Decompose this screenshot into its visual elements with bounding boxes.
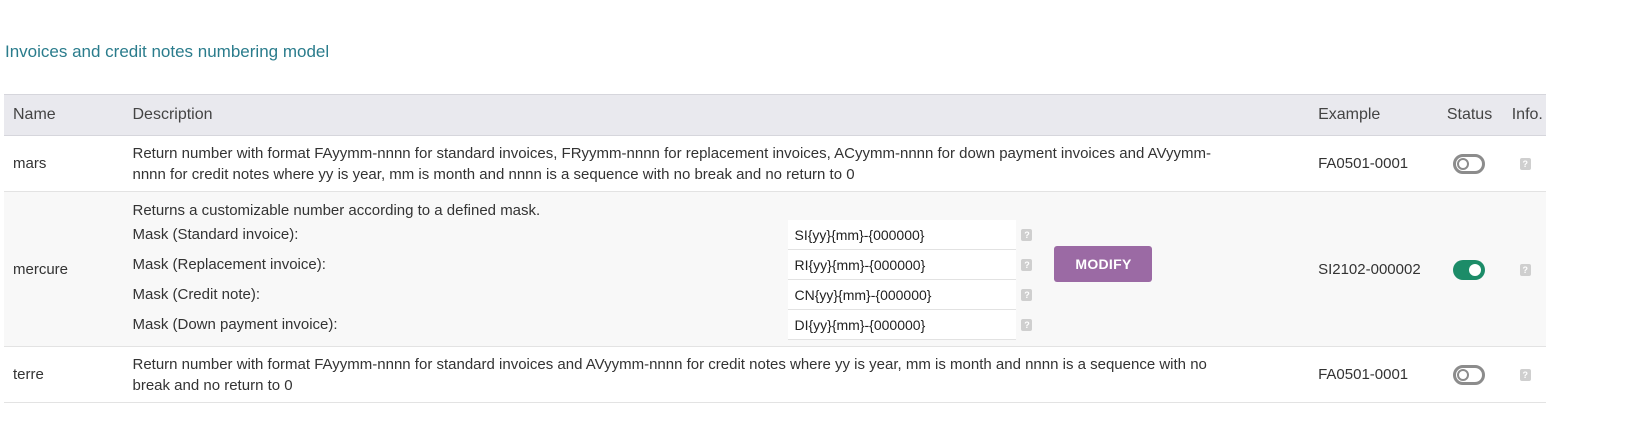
mask-settings: Returns a customizable number according … xyxy=(132,192,1309,346)
status-toggle-off-icon[interactable] xyxy=(1452,154,1485,175)
model-name: mars xyxy=(4,135,124,192)
table-header-row: Name Description Example Status Info. xyxy=(4,94,1546,136)
model-name: mercure xyxy=(4,191,124,347)
mask-label: Mask (Credit note): xyxy=(132,286,261,303)
help-icon[interactable]: ? xyxy=(1519,369,1531,382)
mask-label: Mask (Replacement invoice): xyxy=(132,256,326,273)
model-description: Return number with format FAyymm-nnnn fo… xyxy=(123,135,1310,192)
model-name: terre xyxy=(4,346,124,403)
help-icon[interactable]: ? xyxy=(1519,158,1531,171)
status-toggle-on-icon[interactable] xyxy=(1452,259,1485,280)
model-description: Return number with format FAyymm-nnnn fo… xyxy=(123,346,1310,403)
modify-button[interactable]: MODIFY xyxy=(1054,246,1153,282)
column-header-name: Name xyxy=(4,94,124,136)
description-line: nnnn for credit notes where yy is year, … xyxy=(132,165,855,183)
table-row-mercure: mercure Returns a customizable number ac… xyxy=(4,191,1546,347)
column-header-info: Info. xyxy=(1502,94,1546,136)
mask-row-credit-note: Mask (Credit note): ? xyxy=(132,280,1132,310)
help-icon[interactable]: ? xyxy=(1021,259,1033,271)
mask-credit-note-input[interactable] xyxy=(788,280,1017,310)
column-header-example: Example xyxy=(1309,94,1438,136)
mask-down-payment-invoice-input[interactable] xyxy=(788,310,1017,340)
model-example: FA0501-0001 xyxy=(1309,135,1438,192)
mask-label: Mask (Standard invoice): xyxy=(132,226,299,243)
help-icon[interactable]: ? xyxy=(1021,319,1033,331)
section-title: Invoices and credit notes numbering mode… xyxy=(5,42,330,61)
description-line: Return number with format FAyymm-nnnn fo… xyxy=(132,355,1207,373)
help-icon[interactable]: ? xyxy=(1021,289,1033,301)
mask-row-down-payment-invoice: Mask (Down payment invoice): ? xyxy=(132,310,1132,340)
model-example: FA0501-0001 xyxy=(1309,346,1438,403)
mask-label: Mask (Down payment invoice): xyxy=(132,316,338,333)
mask-row-standard-invoice: Mask (Standard invoice): ? xyxy=(132,220,1132,250)
table-row-mars: mars Return number with format FAyymm-nn… xyxy=(4,135,1546,192)
help-icon[interactable]: ? xyxy=(1021,229,1033,241)
column-header-description: Description xyxy=(123,94,1310,136)
table-row-terre: terre Return number with format FAyymm-n… xyxy=(4,346,1546,403)
help-icon[interactable]: ? xyxy=(1519,263,1531,276)
mask-replacement-invoice-input[interactable] xyxy=(788,250,1017,280)
description-line: Return number with format FAyymm-nnnn fo… xyxy=(132,144,1211,162)
mask-row-replacement-invoice: Mask (Replacement invoice): ? xyxy=(132,250,1132,280)
description-line: break and no return to 0 xyxy=(132,376,293,394)
model-description: Returns a customizable number according … xyxy=(132,202,541,219)
model-example: SI2102-000002 xyxy=(1309,191,1438,347)
status-toggle-off-icon[interactable] xyxy=(1452,365,1485,386)
column-header-status: Status xyxy=(1437,94,1503,136)
mask-standard-invoice-input[interactable] xyxy=(788,220,1017,250)
numbering-model-table: Name Description Example Status Info. ma… xyxy=(4,94,1546,403)
